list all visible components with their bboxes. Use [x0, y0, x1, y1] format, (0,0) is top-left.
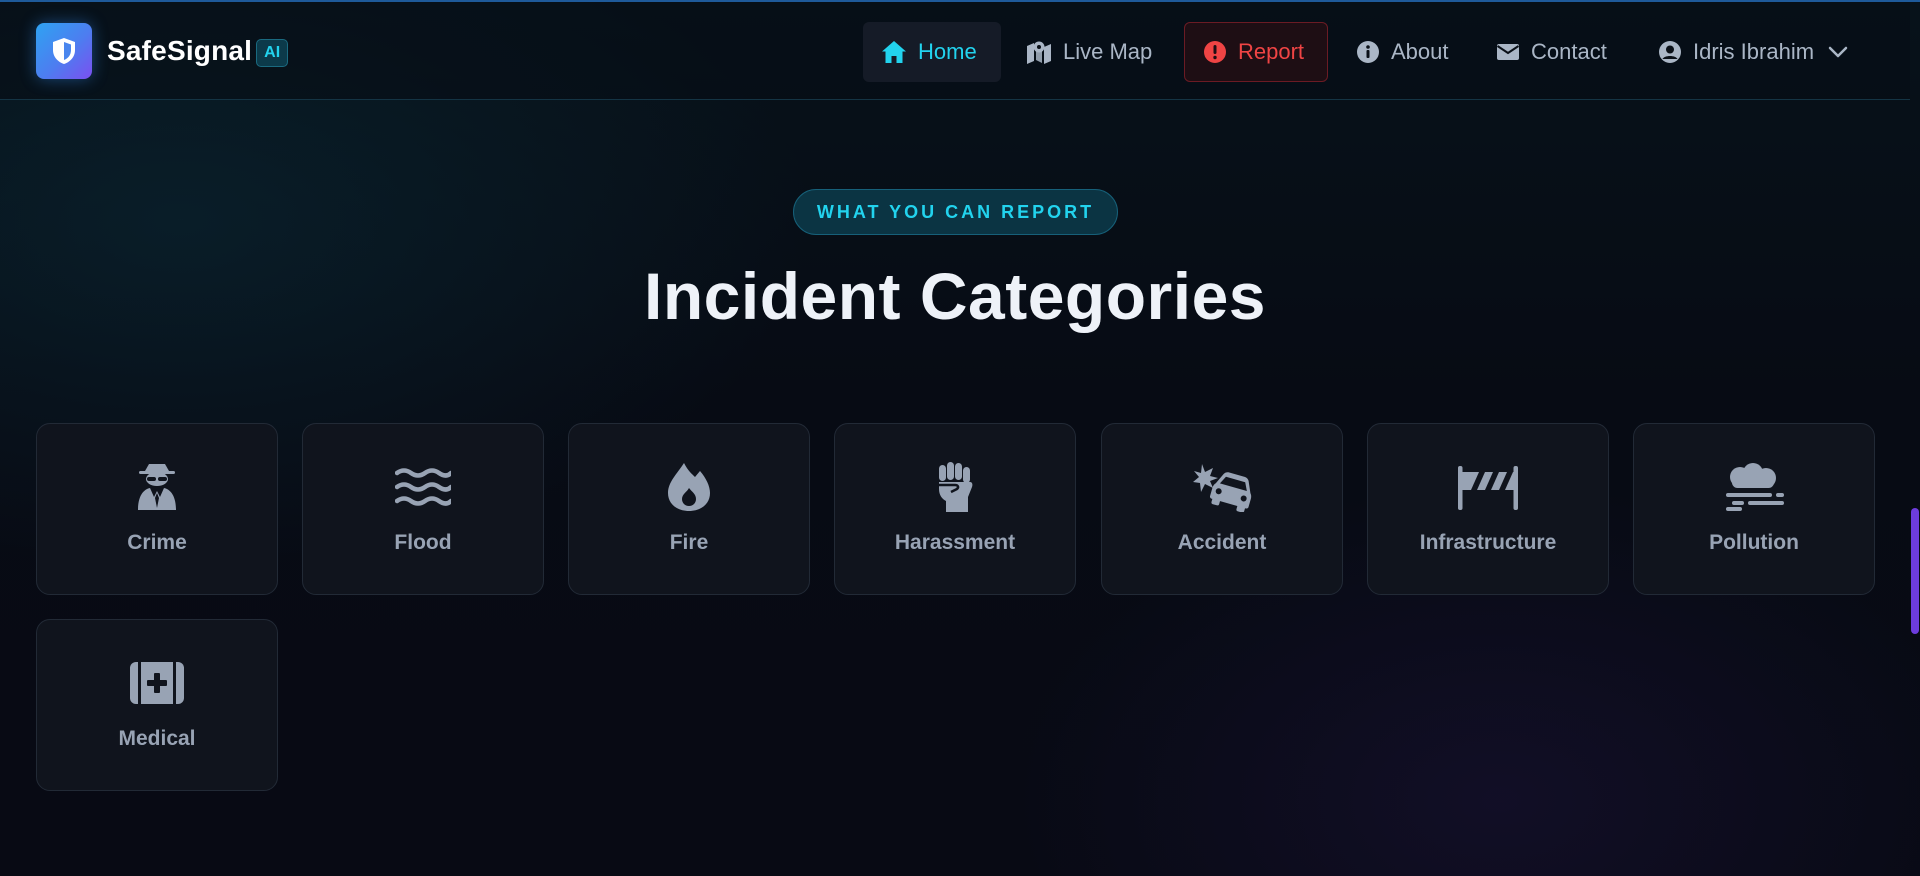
nav-contact-label: Contact — [1531, 39, 1607, 64]
user-secret-icon — [135, 460, 179, 514]
nav-report[interactable]: Report — [1184, 22, 1328, 82]
category-card-medical[interactable]: Medical — [36, 619, 278, 791]
user-name: Idris Ibrahim — [1693, 39, 1815, 64]
brand[interactable]: SafeSignal AI — [36, 23, 289, 79]
category-card-flood[interactable]: Flood — [302, 423, 544, 595]
scroll-indicator[interactable] — [1911, 508, 1919, 634]
nav-live-map-label: Live Map — [1063, 39, 1153, 64]
nav-live-map[interactable]: Live Map — [1008, 22, 1170, 82]
category-label: Harassment — [894, 531, 1016, 554]
category-card-pollution[interactable]: Pollution — [1633, 423, 1875, 595]
category-label: Medical — [118, 727, 196, 750]
category-card-accident[interactable]: Accident — [1101, 423, 1343, 595]
category-card-harassment[interactable]: Harassment — [834, 423, 1076, 595]
home-icon — [882, 41, 906, 63]
user-circle-icon — [1659, 41, 1681, 63]
info-circle-icon — [1357, 41, 1379, 63]
category-label: Infrastructure — [1419, 531, 1557, 554]
envelope-icon — [1496, 44, 1520, 60]
fist-raised-icon — [935, 460, 975, 514]
section-eyebrow-badge: WHAT YOU CAN REPORT — [793, 189, 1118, 235]
water-icon — [395, 460, 451, 514]
medkit-icon — [129, 656, 185, 710]
category-card-crime[interactable]: Crime — [36, 423, 278, 595]
nav-home-label: Home — [918, 39, 977, 64]
chevron-down-icon — [1828, 46, 1848, 58]
smog-icon — [1724, 460, 1784, 514]
nav-about[interactable]: About — [1338, 22, 1467, 82]
fire-icon — [667, 460, 711, 514]
section-title: Incident Categories — [644, 259, 1266, 333]
ai-badge: AI — [256, 39, 289, 67]
category-label: Flood — [394, 531, 452, 554]
shield-logo-icon — [36, 23, 92, 79]
car-crash-icon — [1192, 460, 1252, 514]
exclamation-circle-icon — [1204, 41, 1226, 63]
navbar: SafeSignal AI Home Live Map Report About… — [0, 2, 1910, 100]
category-label: Crime — [127, 531, 187, 554]
category-label: Fire — [669, 531, 709, 554]
category-label: Pollution — [1709, 531, 1799, 554]
road-barrier-icon — [1457, 460, 1519, 514]
nav-about-label: About — [1391, 39, 1449, 64]
user-menu[interactable]: Idris Ibrahim — [1640, 22, 1866, 82]
category-label: Accident — [1177, 531, 1267, 554]
map-location-icon — [1027, 41, 1051, 64]
nav-contact[interactable]: Contact — [1478, 22, 1625, 82]
category-card-infrastructure[interactable]: Infrastructure — [1367, 423, 1609, 595]
brand-name: SafeSignal — [107, 35, 253, 66]
category-card-fire[interactable]: Fire — [568, 423, 810, 595]
nav-report-label: Report — [1238, 39, 1305, 64]
nav-home[interactable]: Home — [863, 22, 1001, 82]
